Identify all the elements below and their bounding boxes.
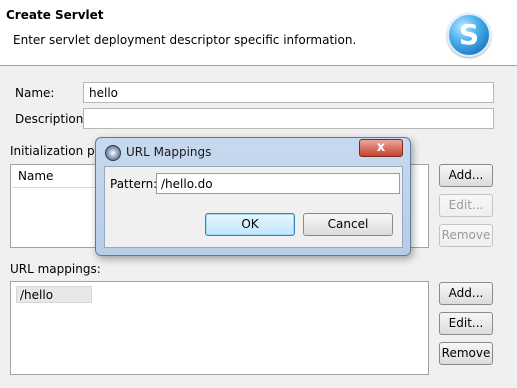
eclipse-icon (105, 145, 121, 161)
list-item[interactable]: /hello (16, 286, 92, 303)
dialog-title: URL Mappings (126, 145, 212, 159)
name-label: Name: (15, 86, 55, 100)
url-mappings-remove-button[interactable]: Remove (439, 342, 493, 365)
wizard-title: Create Servlet (6, 8, 104, 22)
pattern-label: Pattern: (110, 177, 158, 191)
name-field[interactable]: hello (83, 82, 494, 103)
init-params-add-button[interactable]: Add... (439, 164, 493, 187)
servlet-logo-icon: S (447, 13, 491, 57)
url-mappings-list[interactable]: /hello (10, 281, 429, 375)
close-icon[interactable]: x (359, 139, 403, 157)
url-mappings-dialog: URL Mappings x Pattern: /hello.do OK Can… (95, 137, 411, 256)
init-params-label: Initialization par (10, 144, 107, 158)
ok-button[interactable]: OK (205, 213, 295, 236)
cancel-button[interactable]: Cancel (303, 213, 393, 236)
url-mappings-add-button[interactable]: Add... (439, 282, 493, 305)
init-params-remove-button[interactable]: Remove (439, 224, 493, 247)
wizard-description: Enter servlet deployment descriptor spec… (13, 33, 357, 47)
url-mappings-edit-button[interactable]: Edit... (439, 312, 493, 335)
url-mappings-label: URL mappings: (10, 262, 101, 276)
pattern-input[interactable]: /hello.do (156, 173, 400, 194)
description-field[interactable] (83, 108, 494, 129)
dialog-body: Pattern: /hello.do OK Cancel (104, 166, 403, 248)
wizard-header: Create Servlet Enter servlet deployment … (0, 0, 517, 66)
description-label: Description: (15, 112, 88, 126)
logo-letter: S (458, 18, 480, 51)
init-params-edit-button[interactable]: Edit... (439, 194, 493, 217)
